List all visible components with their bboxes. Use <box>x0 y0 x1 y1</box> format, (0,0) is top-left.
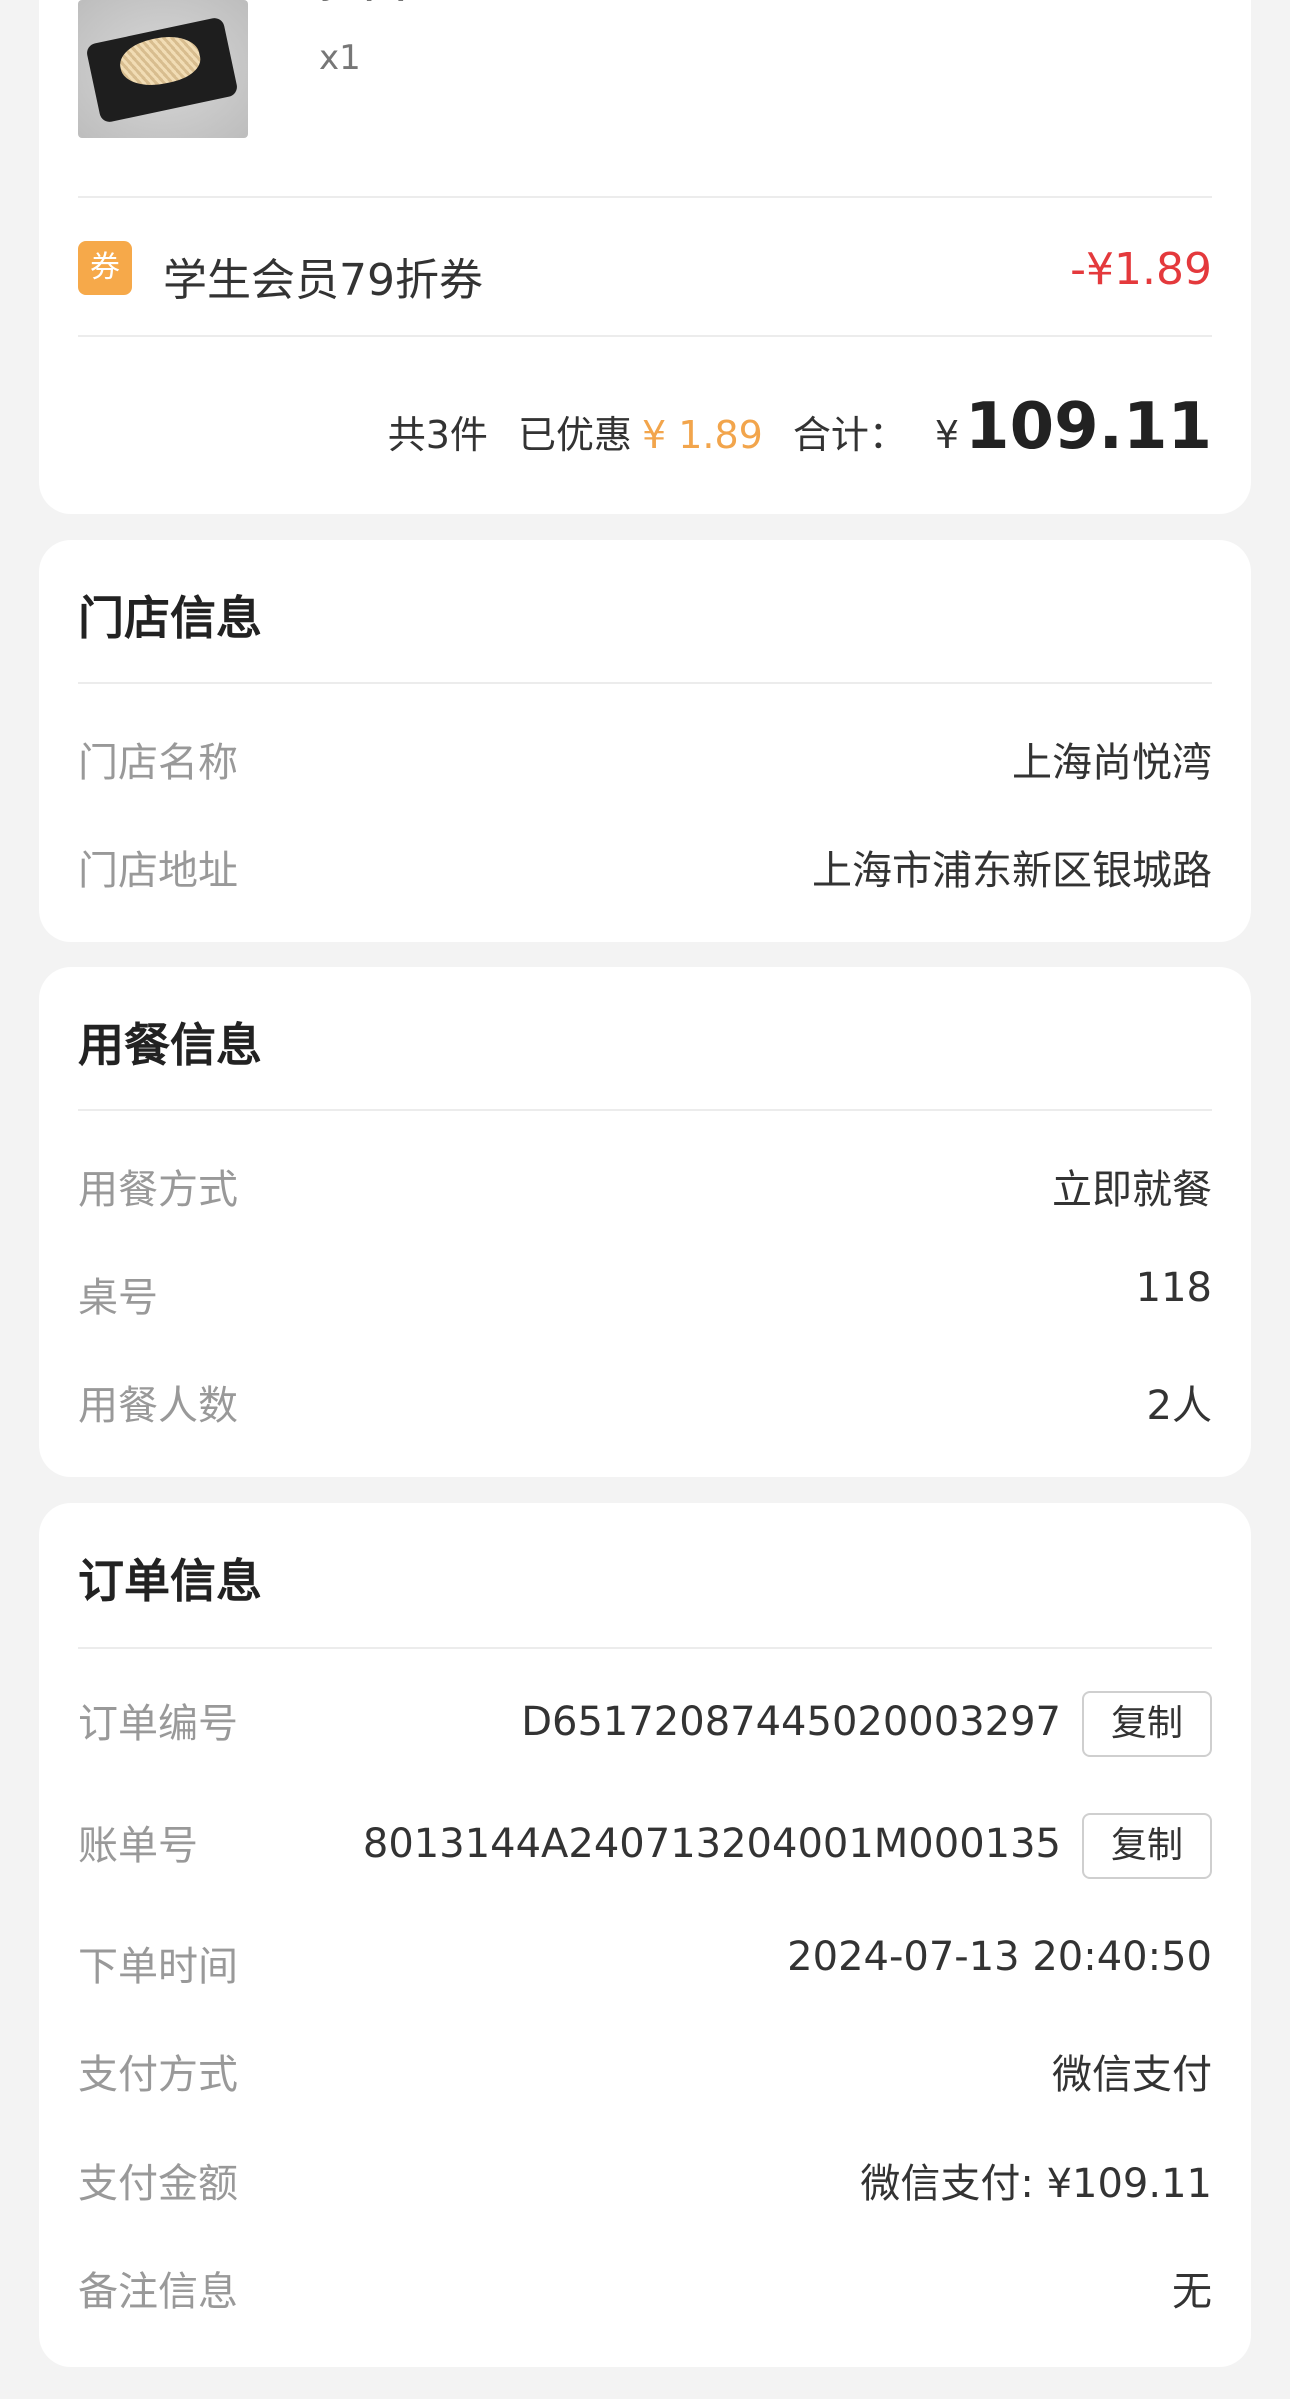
total-amount: 109.11 <box>965 390 1212 464</box>
item-count: 共3件 <box>387 413 488 457</box>
divider <box>78 335 1212 337</box>
store-info-title: 门店信息 <box>78 591 262 645</box>
divider <box>78 196 1212 198</box>
payment-method-value: 微信支付 <box>1052 2052 1212 2098</box>
discount-label: 已优惠 <box>517 413 632 457</box>
discount-value: ¥ 1.89 <box>641 413 763 457</box>
order-total-summary: 共3件 已优惠 ¥ 1.89 合计： ¥ 109.11 <box>388 390 1212 464</box>
divider <box>78 682 1212 684</box>
diner-count-label: 用餐人数 <box>78 1383 238 1429</box>
store-info-card: 门店信息 门店名称 上海尚悦湾 门店地址 上海市浦东新区银城路 <box>39 540 1251 942</box>
store-name-label: 门店名称 <box>78 740 238 786</box>
bill-number-label: 账单号 <box>78 1823 198 1869</box>
order-time-value: 2024-07-13 20:40:50 <box>787 1934 1212 1980</box>
table-number-value: 118 <box>1135 1265 1212 1311</box>
divider <box>78 1647 1212 1649</box>
noodle-dish-image <box>78 0 248 138</box>
remark-value: 无 <box>1172 2269 1212 2315</box>
order-info-card: 订单信息 订单编号 D65172087445020003297 复制 账单号 8… <box>39 1503 1251 2367</box>
payment-method-label: 支付方式 <box>78 2052 238 2098</box>
total-label: 合计： <box>792 413 907 457</box>
item-name: 拉面 <box>319 0 407 4</box>
order-time-label: 下单时间 <box>78 1944 238 1990</box>
order-summary-card: 拉面 ¥ 5 x1 券 学生会员79折券 -¥1.89 共3件 已优惠 ¥ 1.… <box>39 0 1251 514</box>
copy-order-number-button[interactable]: 复制 <box>1082 1691 1212 1757</box>
copy-bill-number-button[interactable]: 复制 <box>1082 1813 1212 1879</box>
dining-info-card: 用餐信息 用餐方式 立即就餐 桌号 118 用餐人数 2人 <box>39 967 1251 1477</box>
dining-method-label: 用餐方式 <box>78 1167 238 1213</box>
total-currency: ¥ <box>934 413 960 457</box>
store-name-value: 上海尚悦湾 <box>1012 740 1212 786</box>
table-number-label: 桌号 <box>78 1275 158 1321</box>
payment-amount-label: 支付金额 <box>78 2161 238 2207</box>
coupon-label: 学生会员79折券 <box>163 255 483 306</box>
remark-label: 备注信息 <box>78 2269 238 2315</box>
order-number-value: D65172087445020003297 <box>521 1699 1061 1745</box>
dining-info-title: 用餐信息 <box>78 1018 262 1072</box>
divider <box>78 1109 1212 1111</box>
store-address-label: 门店地址 <box>78 848 238 894</box>
store-address-value: 上海市浦东新区银城路 <box>812 848 1212 894</box>
coupon-icon: 券 <box>78 241 132 295</box>
order-info-title: 订单信息 <box>78 1554 262 1608</box>
diner-count-value: 2人 <box>1146 1383 1212 1429</box>
payment-amount-value: 微信支付: ¥109.11 <box>860 2161 1212 2207</box>
order-number-label: 订单编号 <box>78 1701 238 1747</box>
dining-method-value: 立即就餐 <box>1052 1167 1212 1213</box>
item-quantity: x1 <box>319 38 361 78</box>
bill-number-value: 8013144A240713204001M000135 <box>362 1821 1061 1867</box>
coupon-amount: -¥1.89 <box>1070 244 1212 295</box>
